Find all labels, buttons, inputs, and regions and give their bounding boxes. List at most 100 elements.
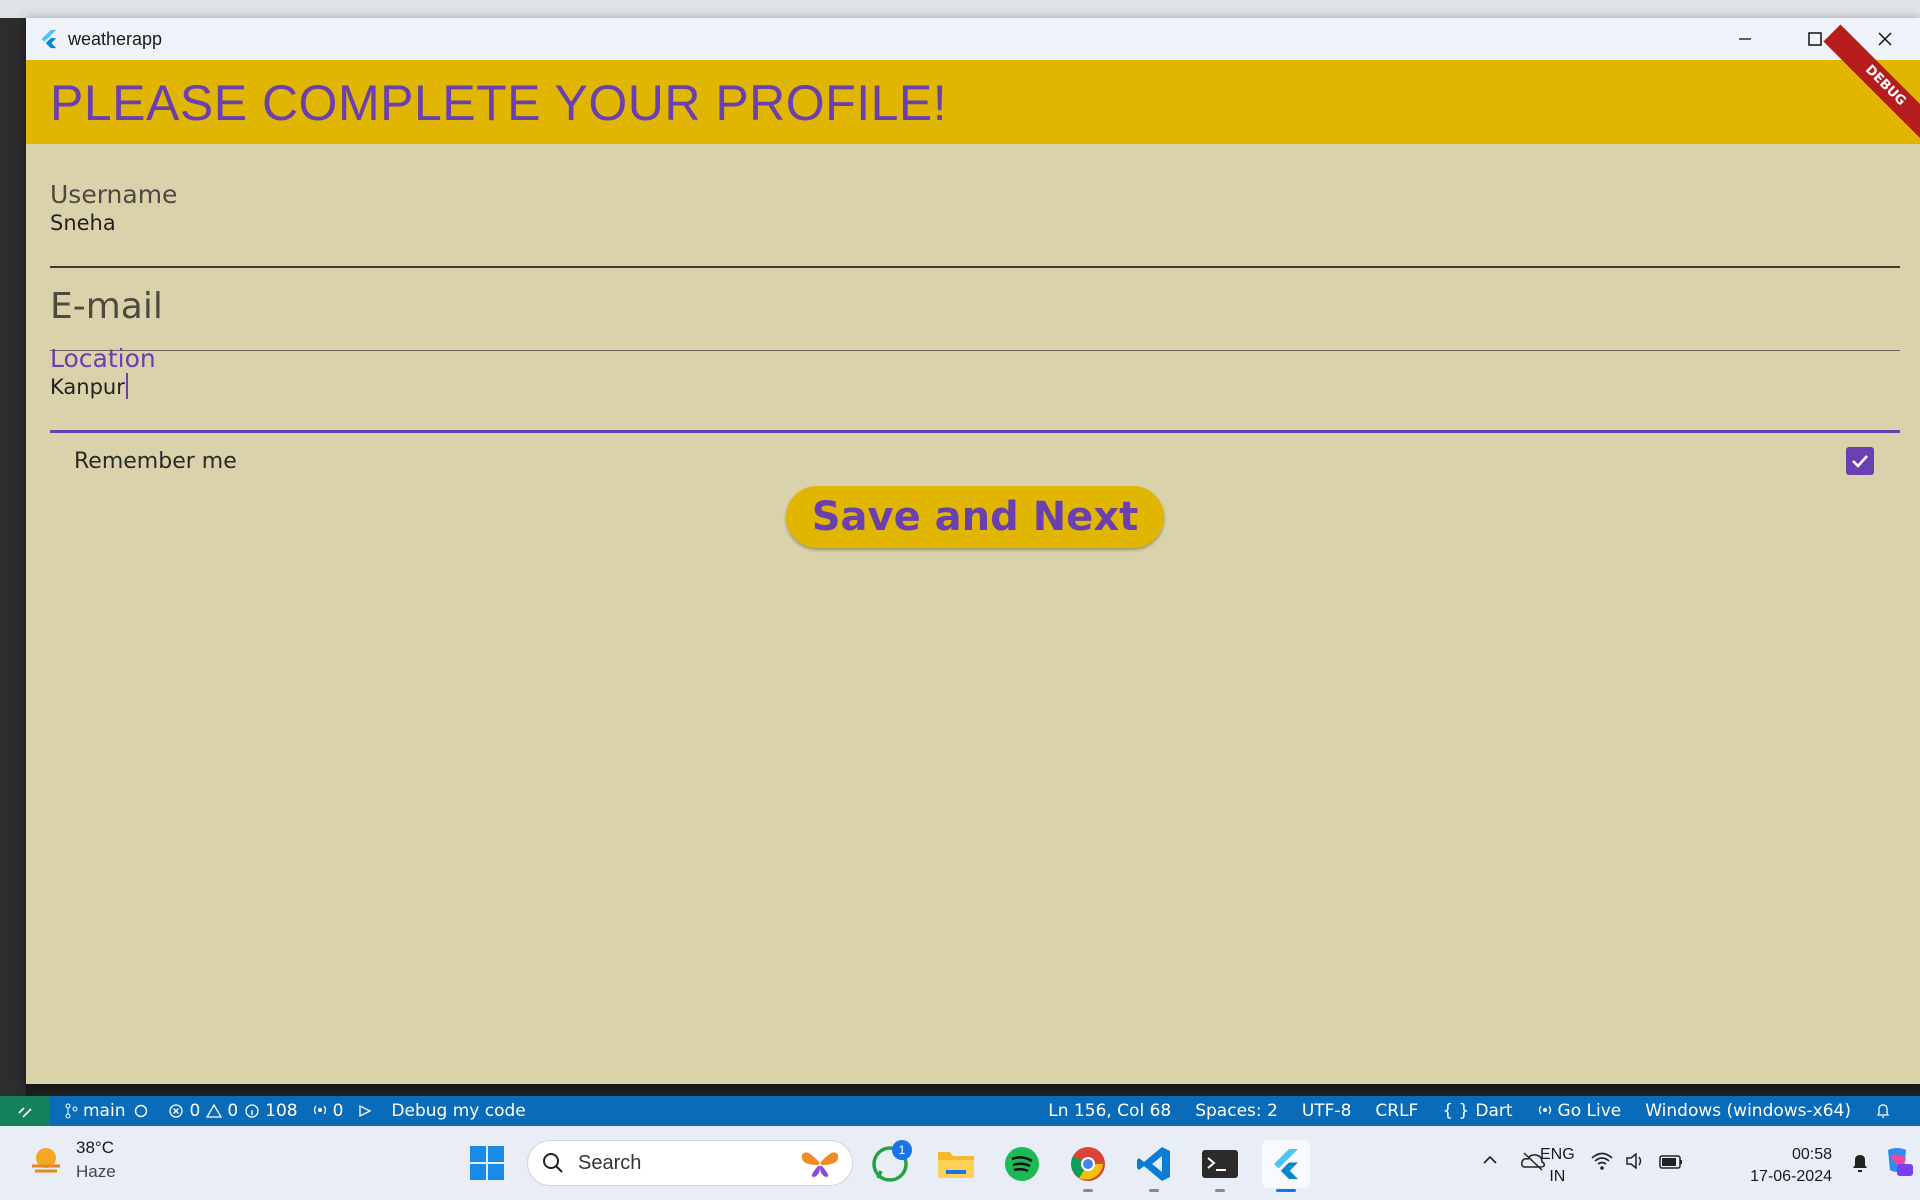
- folder-icon: [938, 1152, 974, 1178]
- debug-indicator[interactable]: Debug my code: [357, 1101, 526, 1121]
- flutter-logo-icon: [41, 29, 57, 49]
- location-label: Location: [50, 344, 156, 373]
- bell-icon: [1876, 1104, 1890, 1118]
- background-vscode-panel: [26, 1082, 1920, 1096]
- platform-selector[interactable]: Windows (windows-x64): [1645, 1101, 1851, 1121]
- whatsapp-badge: 1: [892, 1140, 912, 1160]
- spotify-icon: [1005, 1147, 1039, 1181]
- cursor-position[interactable]: Ln 156, Col 68: [1048, 1101, 1171, 1121]
- line-ending[interactable]: CRLF: [1375, 1101, 1418, 1121]
- page-title: PLEASE COMPLETE YOUR PROFILE!: [50, 75, 948, 131]
- spotify-taskbar-button[interactable]: [998, 1140, 1046, 1188]
- running-indicator: [1149, 1189, 1159, 1192]
- warning-icon: [206, 1103, 223, 1118]
- chrome-icon: [1071, 1147, 1105, 1181]
- windows-start-icon[interactable]: [468, 1144, 506, 1182]
- whatsapp-taskbar-button[interactable]: 1: [866, 1140, 914, 1188]
- chevron-up-icon[interactable]: [1480, 1150, 1500, 1170]
- broadcast-icon: [1538, 1105, 1551, 1115]
- taskbar-search[interactable]: Search: [527, 1140, 853, 1186]
- background-window-strip: [0, 0, 1920, 18]
- git-branch-icon: [65, 1103, 78, 1119]
- chrome-taskbar-button[interactable]: [1064, 1140, 1112, 1192]
- sync-icon: [135, 1104, 148, 1118]
- running-indicator: [1083, 1189, 1093, 1192]
- language-label: Dart: [1475, 1101, 1513, 1121]
- vscode-taskbar-button[interactable]: [1130, 1140, 1178, 1192]
- error-count: 0: [189, 1101, 201, 1121]
- notification-center-icon[interactable]: [1848, 1150, 1872, 1174]
- location-field[interactable]: Location Kanpur: [50, 344, 1900, 436]
- branch-name: main: [83, 1101, 126, 1121]
- search-placeholder: Search: [578, 1151, 642, 1174]
- app-bar: PLEASE COMPLETE YOUR PROFILE! DEBUG: [26, 24, 1920, 148]
- terminal-taskbar-button[interactable]: [1196, 1140, 1244, 1192]
- language-indicator[interactable]: ENG IN: [1540, 1144, 1575, 1188]
- remote-button[interactable]: [0, 1096, 50, 1126]
- remember-me-tile[interactable]: Remember me: [74, 436, 1884, 486]
- error-icon: [169, 1104, 184, 1118]
- running-indicator: [1215, 1189, 1225, 1192]
- debug-run-icon: [359, 1104, 372, 1118]
- location-input[interactable]: Kanpur: [50, 375, 125, 399]
- wifi-icon[interactable]: [1590, 1150, 1614, 1172]
- braces-icon: { }: [1442, 1101, 1470, 1121]
- haze-sun-icon: [32, 1148, 60, 1173]
- region-code: IN: [1549, 1168, 1566, 1185]
- language-mode[interactable]: { } Dart: [1442, 1101, 1512, 1121]
- window-titlebar[interactable]: weatherapp: [26, 18, 1920, 60]
- minimize-icon: [1739, 38, 1751, 40]
- copilot-icon[interactable]: [1880, 1144, 1914, 1178]
- file-explorer-taskbar-button[interactable]: [932, 1140, 980, 1188]
- username-label: Username: [50, 180, 178, 209]
- info-count: 108: [265, 1101, 298, 1121]
- branch-indicator[interactable]: main: [64, 1101, 154, 1121]
- weather-widget[interactable]: 38°C Haze: [26, 1136, 116, 1184]
- clock-time: 00:58: [1791, 1146, 1832, 1163]
- weather-temperature: 38°C: [76, 1138, 114, 1157]
- close-icon: [1878, 32, 1892, 46]
- warning-count: 0: [227, 1101, 239, 1121]
- indentation[interactable]: Spaces: 2: [1195, 1101, 1278, 1121]
- vscode-statusbar: main 0 0 108 0 Debug my code Ln 156, Col…: [0, 1096, 1920, 1126]
- search-icon: [543, 1153, 563, 1173]
- remember-me-label: Remember me: [74, 448, 237, 474]
- go-live-label: Go Live: [1557, 1101, 1622, 1121]
- background-vscode-activitybar: [0, 18, 26, 1096]
- notifications-button[interactable]: [1875, 1102, 1896, 1120]
- remote-icon: [18, 1107, 32, 1118]
- username-field[interactable]: Username Sneha: [50, 180, 1900, 270]
- debug-label: Debug my code: [391, 1101, 526, 1121]
- remember-me-checkbox[interactable]: [1846, 447, 1874, 475]
- vscode-icon: [1137, 1147, 1170, 1181]
- info-icon: [245, 1104, 259, 1118]
- clock-date: 17-06-2024: [1750, 1168, 1832, 1185]
- username-input[interactable]: Sneha: [50, 211, 1900, 235]
- broadcast-icon: [313, 1105, 326, 1115]
- flutter-icon: [1274, 1149, 1298, 1179]
- weather-condition: Haze: [76, 1162, 116, 1181]
- active-indicator: [1276, 1189, 1296, 1192]
- minimize-button[interactable]: [1710, 18, 1780, 60]
- butterfly-icon: [801, 1152, 839, 1177]
- terminal-icon: [1202, 1150, 1238, 1178]
- window-title: weatherapp: [68, 28, 163, 49]
- encoding[interactable]: UTF-8: [1302, 1101, 1352, 1121]
- windows-taskbar: 38°C Haze Search 1 ENG IN 00:58 17-06-20…: [0, 1126, 1920, 1200]
- weatherapp-taskbar-button[interactable]: [1262, 1140, 1310, 1192]
- go-live-button[interactable]: Go Live: [1537, 1101, 1622, 1121]
- app-window: weatherapp PLEASE COMPLETE YOUR PROFILE!…: [26, 18, 1920, 1084]
- text-caret: [125, 373, 128, 399]
- save-and-next-button[interactable]: Save and Next: [786, 486, 1164, 548]
- battery-icon[interactable]: [1658, 1150, 1684, 1172]
- ports-count: 0: [332, 1101, 344, 1121]
- email-label: E-mail: [50, 286, 163, 327]
- maximize-icon: [1808, 32, 1822, 46]
- location-underline: [50, 430, 1900, 433]
- volume-icon[interactable]: [1624, 1150, 1648, 1172]
- email-field[interactable]: E-mail: [50, 268, 1900, 352]
- ports-indicator[interactable]: 0: [312, 1101, 344, 1121]
- problems-indicator[interactable]: 0 0 108: [168, 1101, 298, 1121]
- clock[interactable]: 00:58 17-06-2024: [1736, 1144, 1832, 1188]
- language-code: ENG: [1540, 1146, 1575, 1163]
